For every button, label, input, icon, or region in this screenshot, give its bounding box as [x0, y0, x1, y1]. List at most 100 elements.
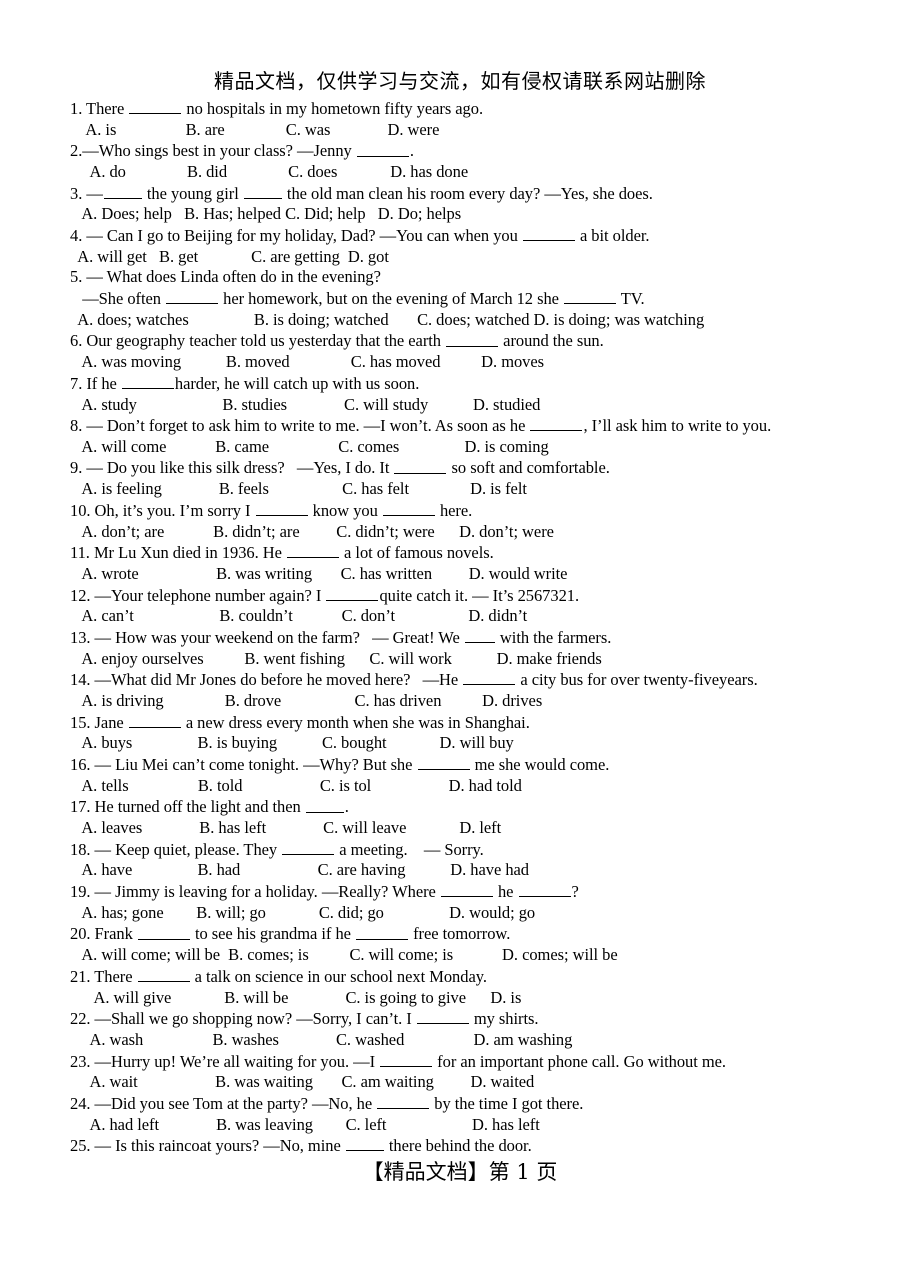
answer-blank	[166, 288, 219, 305]
answer-blank	[345, 1135, 384, 1152]
answer-blank	[282, 839, 335, 855]
question-stem: 25. — Is this raincoat yours? —No, mine …	[70, 1135, 902, 1157]
answer-blank	[530, 415, 583, 432]
question-text: 12. —Your telephone number again? I	[70, 585, 326, 605]
answer-blank	[356, 140, 409, 157]
question-text: for an important phone call. Go without …	[433, 1051, 726, 1071]
answer-blank	[522, 225, 575, 242]
question-options: A. wash B. washes C. washed D. am washin…	[70, 1029, 573, 1049]
answer-blank	[121, 373, 174, 389]
question-text: the young girl	[142, 183, 243, 203]
question-text: 8. — Don’t forget to ask him to write to…	[70, 416, 530, 436]
question-text: me she would come.	[470, 755, 610, 775]
question-stem: 24. —Did you see Tom at the party? —No, …	[70, 1093, 902, 1115]
question-stem: —She often her homework, but on the even…	[70, 288, 902, 310]
answer-blank	[103, 183, 142, 199]
question-stem: 15. Jane a new dress every month when sh…	[70, 712, 902, 734]
question-options: A. will get B. get C. are getting D. got	[70, 246, 389, 266]
answer-blank	[463, 669, 516, 686]
question-text: —She often	[70, 289, 166, 309]
answer-blank	[255, 500, 308, 516]
question-stem: 9. — Do you like this silk dress? —Yes, …	[70, 457, 902, 479]
question-stem: 4. — Can I go to Beijing for my holiday,…	[70, 225, 902, 247]
answer-blank	[416, 1008, 469, 1025]
question-text: a meeting. — Sorry.	[335, 839, 484, 859]
question-text: by the time I got there.	[430, 1094, 584, 1114]
question-stem: 23. —Hurry up! We’re all waiting for you…	[70, 1051, 902, 1073]
question-stem: 12. —Your telephone number again? I quit…	[70, 585, 902, 607]
question-text: her homework, but on the evening of Marc…	[219, 289, 563, 309]
question-text: a new dress every month when she was in …	[181, 712, 530, 732]
question-text: a lot of famous novels.	[339, 543, 494, 563]
question-text: 22. —Shall we go shopping now? —Sorry, I…	[70, 1009, 416, 1029]
question-options: A. don’t; are B. didn’t; are C. didn’t; …	[70, 521, 554, 541]
question-stem: 11. Mr Lu Xun died in 1936. He a lot of …	[70, 542, 902, 564]
question-options: A. was moving B. moved C. has moved D. m…	[70, 352, 545, 372]
answer-blank	[326, 585, 379, 601]
question-options: A. will come; will be B. comes; is C. wi…	[70, 945, 618, 965]
question-text: with the farmers.	[495, 628, 612, 648]
document-page: 精品文档，仅供学习与交流，如有侵权请联系网站删除 1. There no hos…	[0, 0, 920, 1274]
question-stem: 10. Oh, it’s you. I’m sorry I know you h…	[70, 500, 902, 522]
question-text: 7. If he	[70, 373, 121, 393]
question-text: 6. Our geography teacher told us yesterd…	[70, 331, 446, 351]
question-text: know you	[308, 501, 382, 520]
answer-blank	[286, 542, 339, 559]
answer-blank	[446, 330, 499, 347]
page-title: 精品文档，仅供学习与交流，如有侵权请联系网站删除	[214, 69, 706, 93]
answer-blank	[243, 183, 282, 199]
question-text: 15. Jane	[70, 712, 128, 732]
answer-blank	[129, 98, 182, 115]
question-options: A. study B. studies C. will study D. stu…	[70, 394, 541, 414]
answer-blank	[356, 923, 408, 940]
question-text: 3. —	[70, 183, 103, 203]
answer-blank	[518, 881, 571, 898]
question-text: 20. Frank	[70, 924, 137, 944]
question-stem: 2.—Who sings best in your class? —Jenny …	[70, 140, 902, 162]
question-text: around the sun.	[499, 331, 604, 351]
question-text: 10. Oh, it’s you. I’m sorry I	[70, 501, 255, 520]
question-text: 11. Mr Lu Xun died in 1936. He	[70, 543, 286, 563]
question-text: TV.	[617, 289, 645, 309]
question-text: 5. — What does Linda often do in the eve…	[70, 267, 381, 287]
question-stem: 3. — the young girl the old man clean hi…	[70, 183, 902, 205]
question-text: quite catch it. — It’s 2567321.	[379, 585, 580, 605]
question-text: 9. — Do you like this silk dress? —Yes, …	[70, 458, 394, 478]
question-text: 24. —Did you see Tom at the party? —No, …	[70, 1094, 377, 1114]
question-text: ?	[571, 882, 579, 902]
question-options: A. buys B. is buying C. bought D. will b…	[70, 733, 514, 753]
question-text: 2.—Who sings best in your class? —Jenny	[70, 141, 356, 161]
question-options: A. will give B. will be C. is going to g…	[70, 987, 522, 1007]
question-text: no hospitals in my hometown fifty years …	[182, 99, 484, 119]
question-options: A. Does; help B. Has; helped C. Did; hel…	[70, 204, 462, 224]
question-stem: 5. — What does Linda often do in the eve…	[70, 267, 902, 288]
question-stem: 18. — Keep quiet, please. They a meeting…	[70, 839, 902, 861]
question-options: A. is feeling B. feels C. has felt D. is…	[70, 479, 527, 499]
page-footer: 【精品文档】第 1 页	[362, 1160, 558, 1184]
question-text: so soft and comfortable.	[447, 458, 610, 478]
question-text: 13. — How was your weekend on the farm? …	[70, 628, 464, 648]
question-options: A. will come B. came C. comes D. is comi…	[70, 436, 549, 456]
question-text: .	[409, 141, 414, 161]
answer-blank	[382, 500, 435, 516]
question-text: 4. — Can I go to Beijing for my holiday,…	[70, 226, 522, 246]
question-stem: 20. Frank to see his grandma if he free …	[70, 923, 902, 945]
question-text: a talk on science in our school next Mon…	[190, 966, 487, 986]
question-stem: 13. — How was your weekend on the farm? …	[70, 627, 902, 649]
question-stem: 21. There a talk on science in our schoo…	[70, 966, 902, 988]
question-text: 17. He turned off the light and then	[70, 797, 305, 817]
question-options: A. wait B. was waiting C. am waiting D. …	[70, 1072, 535, 1092]
question-stem: 19. — Jimmy is leaving for a holiday. —R…	[70, 881, 902, 903]
question-text: 1. There	[70, 99, 129, 119]
question-options: A. can’t B. couldn’t C. don’t D. didn’t	[70, 606, 528, 626]
question-options: A. do B. did C. does D. has done	[70, 162, 469, 182]
question-text: 21. There	[70, 966, 137, 986]
question-options: A. has; gone B. will; go C. did; go D. w…	[70, 902, 536, 922]
question-text: to see his grandma if he	[190, 924, 355, 944]
question-stem: 6. Our geography teacher told us yesterd…	[70, 330, 902, 352]
question-text: free tomorrow.	[409, 924, 511, 944]
question-text: 16. — Liu Mei can’t come tonight. —Why? …	[70, 755, 417, 775]
question-text: , I’ll ask him to write to you.	[583, 416, 772, 436]
question-text: the old man clean his room every day? —Y…	[282, 183, 653, 203]
question-text: 14. —What did Mr Jones do before he move…	[70, 670, 463, 690]
